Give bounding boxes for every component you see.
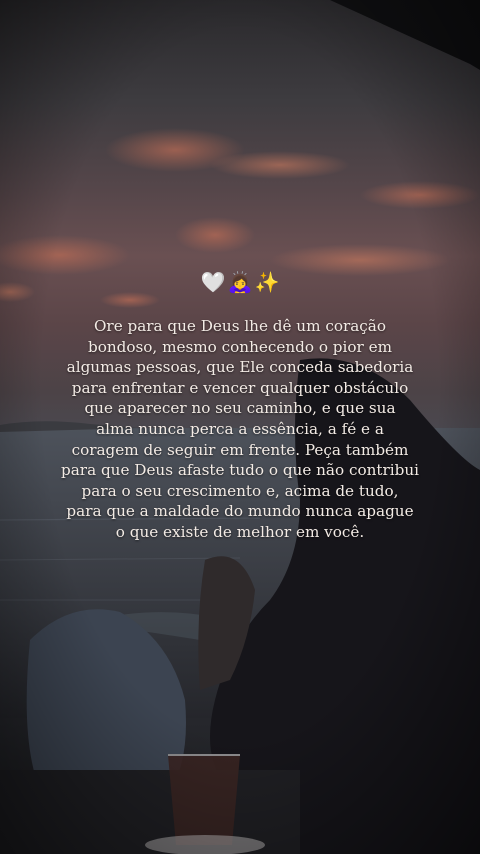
- quote-line: bondoso, mesmo conhecendo o pior em: [87, 337, 392, 356]
- quote-line: para enfrentar e vencer qualquer obstácu…: [71, 378, 409, 397]
- quote-line: para que Deus afaste tudo o que não cont…: [61, 461, 419, 480]
- quote-line: o que existe de melhor em você.: [115, 522, 365, 541]
- quote-line: coragem de seguir em frente. Peça também: [71, 440, 409, 459]
- quote-line: Ore para que Deus lhe dê um coração: [93, 317, 386, 335]
- sparkles-icon: ✨: [254, 270, 280, 294]
- bowing-woman-icon: 🙇‍♀️: [227, 270, 253, 294]
- quote-line: para que a maldade do mundo nunca apague: [66, 502, 414, 521]
- quote-line: alma nunca perca a essência, a fé e a: [96, 419, 384, 438]
- quote-text: Ore para que Deus lhe dê um coração bond…: [56, 316, 424, 543]
- quote-line: algumas pessoas, que Ele conceda sabedor…: [66, 358, 414, 377]
- emoji-row: 🤍 🙇‍♀️ ✨: [0, 268, 480, 296]
- quote-line: para o seu crescimento e, acima de tudo,: [81, 481, 399, 500]
- quote-line: que aparecer no seu caminho, e que sua: [84, 399, 396, 418]
- white-heart-icon: 🤍: [200, 270, 226, 294]
